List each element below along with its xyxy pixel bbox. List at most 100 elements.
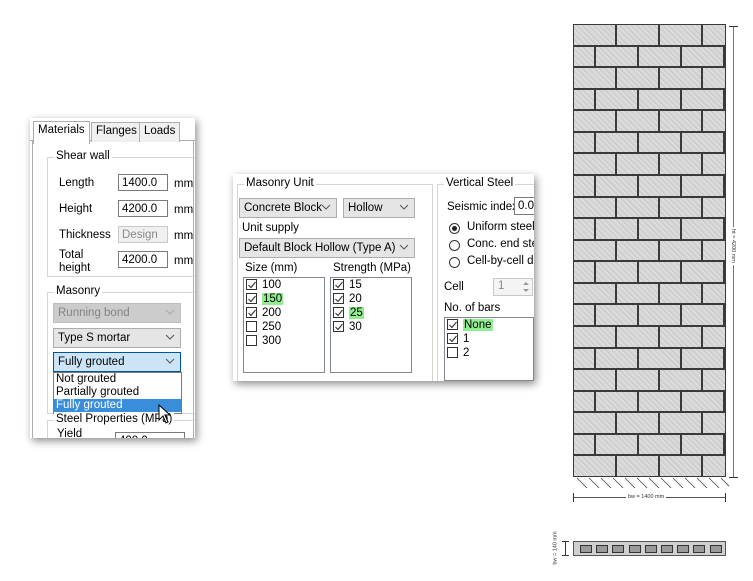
thickness-dimension-tick-bottom <box>562 555 569 556</box>
height-unit: mm <box>174 204 194 216</box>
masonry-block <box>574 240 615 261</box>
masonry-block <box>617 456 658 476</box>
checkbox-checked-icon[interactable] <box>447 319 458 330</box>
size-item[interactable]: 150 <box>244 292 324 306</box>
spin-arrows-icon[interactable] <box>521 280 531 294</box>
height-input[interactable]: 4200.0 <box>118 200 168 217</box>
size-item[interactable]: 250 <box>244 320 324 334</box>
size-list[interactable]: 100 150 200 250 300 <box>243 277 325 373</box>
masonry-block <box>596 176 637 196</box>
steel-properties-title: Steel Properties (MPa) <box>54 413 175 425</box>
radio-uniform-steel-label: Uniform steel s <box>467 221 534 233</box>
thickness-input: Design <box>118 226 168 243</box>
size-item[interactable]: 100 <box>244 278 324 292</box>
checkbox-checked-icon[interactable] <box>333 321 344 332</box>
unit-supply-select[interactable]: Default Block Hollow (Type A) <box>239 238 415 258</box>
size-item-label: 100 <box>262 279 282 291</box>
size-item[interactable]: 300 <box>244 334 324 348</box>
checkbox-checked-icon[interactable] <box>333 307 344 318</box>
checkbox-checked-icon[interactable] <box>447 333 458 344</box>
hatch-line <box>588 477 600 489</box>
chevron-down-icon <box>165 334 175 340</box>
masonry-block <box>639 46 680 67</box>
grout-option-partially-grouted[interactable]: Partially grouted <box>54 386 181 399</box>
chevron-down-icon <box>399 244 409 250</box>
hatch-line <box>672 477 684 489</box>
checkbox-checked-icon[interactable] <box>246 279 257 290</box>
bars-list[interactable]: None 1 2 <box>444 317 534 381</box>
unit-type-select[interactable]: Concrete Block <box>239 198 337 218</box>
seismic-index-input[interactable]: 0.0 <box>514 197 534 215</box>
masonry-block <box>639 176 680 196</box>
masonry-block <box>617 25 658 45</box>
cell-label: Cell <box>444 281 464 293</box>
hatch-line <box>660 477 672 489</box>
tab-flanges[interactable]: Flanges <box>91 122 142 142</box>
bars-item[interactable]: 2 <box>445 346 533 360</box>
strength-label: Strength (MPa) <box>333 262 411 274</box>
hatch-line <box>648 477 660 489</box>
mouse-cursor-icon <box>158 404 172 424</box>
width-dimension-tick-right <box>725 493 726 502</box>
masonry-block <box>574 413 615 433</box>
mortar-select[interactable]: Type S mortar <box>53 328 181 348</box>
masonry-block <box>639 89 680 110</box>
strength-item[interactable]: 20 <box>331 292 411 306</box>
block-cell <box>693 545 706 553</box>
strength-item[interactable]: 25 <box>331 306 411 320</box>
strength-list[interactable]: 15 20 25 30 <box>330 277 412 373</box>
checkbox-checked-icon[interactable] <box>333 293 344 304</box>
masonry-block <box>574 154 615 174</box>
checkbox-unchecked-icon[interactable] <box>246 321 257 332</box>
seismic-index-label: Seismic index <box>447 201 518 213</box>
masonry-block <box>574 111 615 131</box>
total-height-label-1: Total <box>59 249 84 261</box>
masonry-block <box>660 413 701 433</box>
checkbox-checked-icon[interactable] <box>246 293 257 304</box>
total-height-input[interactable]: 4200.0 <box>118 251 168 268</box>
radio-cell-by-cell[interactable] <box>449 257 460 268</box>
cell-spinner[interactable]: 1 <box>493 278 533 296</box>
masonry-block <box>574 132 594 153</box>
masonry-block <box>596 434 637 455</box>
total-height-unit: mm <box>174 255 194 267</box>
masonry-block <box>574 434 594 455</box>
masonry-block <box>596 89 637 110</box>
masonry-block <box>617 413 658 433</box>
grout-select[interactable]: Fully grouted <box>53 352 181 372</box>
hatch-line <box>576 477 588 489</box>
radio-uniform-steel[interactable] <box>449 223 460 234</box>
bars-item[interactable]: 1 <box>445 332 533 346</box>
bars-item[interactable]: None <box>445 318 533 332</box>
radio-conc-end-steel[interactable] <box>449 240 460 251</box>
checkbox-unchecked-icon[interactable] <box>447 347 458 358</box>
masonry-block <box>682 391 723 412</box>
masonry-block <box>596 348 637 369</box>
hollow-select[interactable]: Hollow <box>343 198 415 218</box>
masonry-block <box>660 370 701 390</box>
tab-loads[interactable]: Loads <box>139 122 181 142</box>
yield-label: Yield <box>57 428 83 438</box>
grout-select-value: Fully grouted <box>58 356 125 368</box>
masonry-block <box>617 197 658 218</box>
vertical-steel-title: Vertical Steel <box>444 177 516 189</box>
chevron-down-icon <box>165 309 175 315</box>
masonry-block <box>596 262 637 282</box>
checkbox-checked-icon[interactable] <box>333 279 344 290</box>
strength-item[interactable]: 30 <box>331 320 411 334</box>
masonry-block <box>574 327 615 347</box>
length-input[interactable]: 1400.0 <box>118 174 168 191</box>
size-item-label: 250 <box>262 321 282 333</box>
grout-option-not-grouted[interactable]: Not grouted <box>54 373 181 386</box>
checkbox-checked-icon[interactable] <box>246 307 257 318</box>
masonry-block <box>639 132 680 153</box>
length-unit: mm <box>174 178 194 190</box>
mortar-select-value: Type S mortar <box>58 332 131 344</box>
masonry-block <box>574 46 594 67</box>
yield-input[interactable]: 400.0 <box>115 432 185 438</box>
strength-item[interactable]: 15 <box>331 278 411 292</box>
checkbox-unchecked-icon[interactable] <box>246 335 257 346</box>
masonry-block <box>617 370 658 390</box>
masonry-block <box>682 305 723 325</box>
size-item[interactable]: 200 <box>244 306 324 320</box>
